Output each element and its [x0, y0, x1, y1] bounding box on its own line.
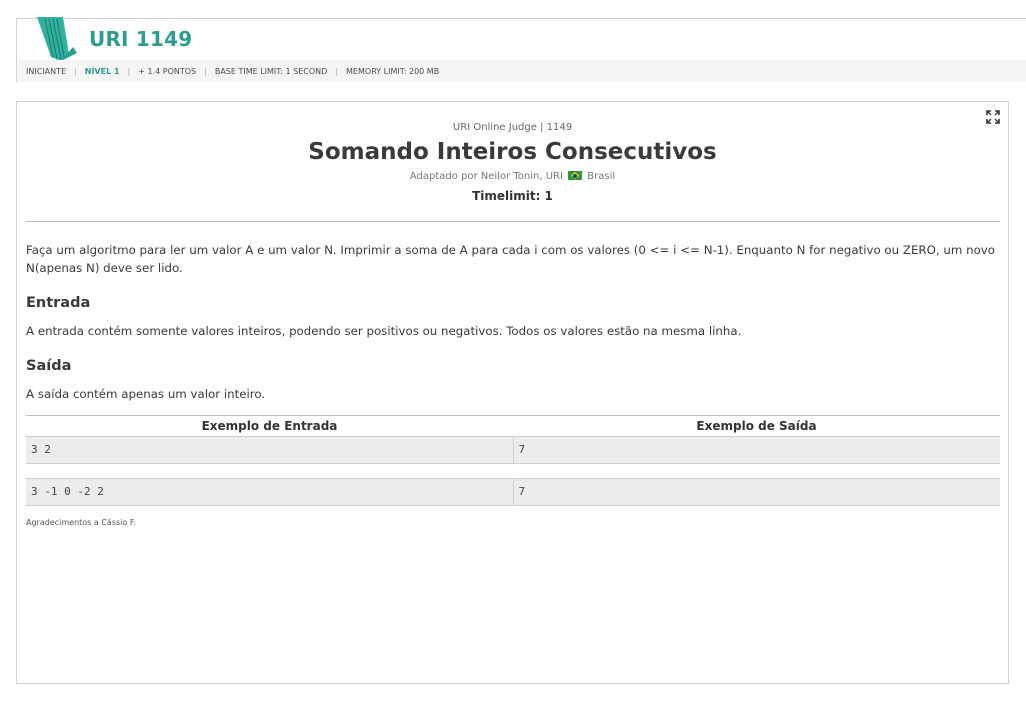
header-title-bar: URI 1149 [17, 17, 1026, 61]
output-example-header: Exemplo de Saída [696, 419, 817, 433]
uri-logo-icon [37, 17, 77, 61]
timelimit: Timelimit: 1 [472, 189, 553, 203]
country-text: Brasil [587, 171, 616, 182]
examples-table: Exemplo de Entrada Exemplo de Saída 3 2 … [26, 415, 1000, 506]
points-label: + 1.4 PONTOS [138, 66, 197, 76]
thanks-note: Agradecimentos a Cássio F. [26, 518, 136, 527]
category-label[interactable]: INICIANTE [26, 67, 66, 76]
problem-title: Somando Inteiros Consecutivos [308, 139, 717, 165]
example-row: 3 2 7 [26, 436, 1000, 464]
example-input: 3 2 [31, 443, 51, 456]
output-heading: Saída [26, 358, 72, 374]
input-heading: Entrada [26, 295, 91, 311]
example-output: 7 [512, 479, 1001, 505]
input-example-header: Exemplo de Entrada [201, 419, 338, 433]
judge-line: URI Online Judge | 1149 [452, 122, 573, 133]
problem-meta-bar: INICIANTE | NÍVEL 1 | + 1.4 PONTOS | BAS… [17, 60, 1026, 82]
problem-panel: URI Online Judge | 1149 Somando Inteiros… [16, 101, 1009, 684]
author-text: Adaptado por Neilor Tonin, URI [409, 171, 563, 182]
input-text: A entrada contém somente valores inteiro… [26, 324, 742, 338]
output-text: A saída contém apenas um valor inteiro. [26, 387, 266, 401]
examples-header: Exemplo de Entrada Exemplo de Saída [26, 415, 1000, 436]
example-output: 7 [512, 437, 1001, 463]
level-label[interactable]: NÍVEL 1 [85, 67, 120, 76]
divider [26, 221, 1000, 222]
author-line: Adaptado por Neilor Tonin, URI Brasil [17, 171, 1008, 182]
problem-id: URI 1149 [89, 27, 193, 51]
memory-limit-label: MEMORY LIMIT: 200 MB [346, 66, 440, 76]
problem-description: Faça um algoritmo para ler um valor A e … [26, 243, 995, 275]
example-input: 3 -1 0 -2 2 [31, 485, 104, 498]
problem-header: URI 1149 INICIANTE | NÍVEL 1 | + 1.4 PON… [16, 17, 1026, 82]
base-time-label: BASE TIME LIMIT: 1 SECOND [214, 66, 328, 76]
brazil-flag-icon [568, 171, 583, 180]
example-row: 3 -1 0 -2 2 7 [26, 478, 1000, 506]
